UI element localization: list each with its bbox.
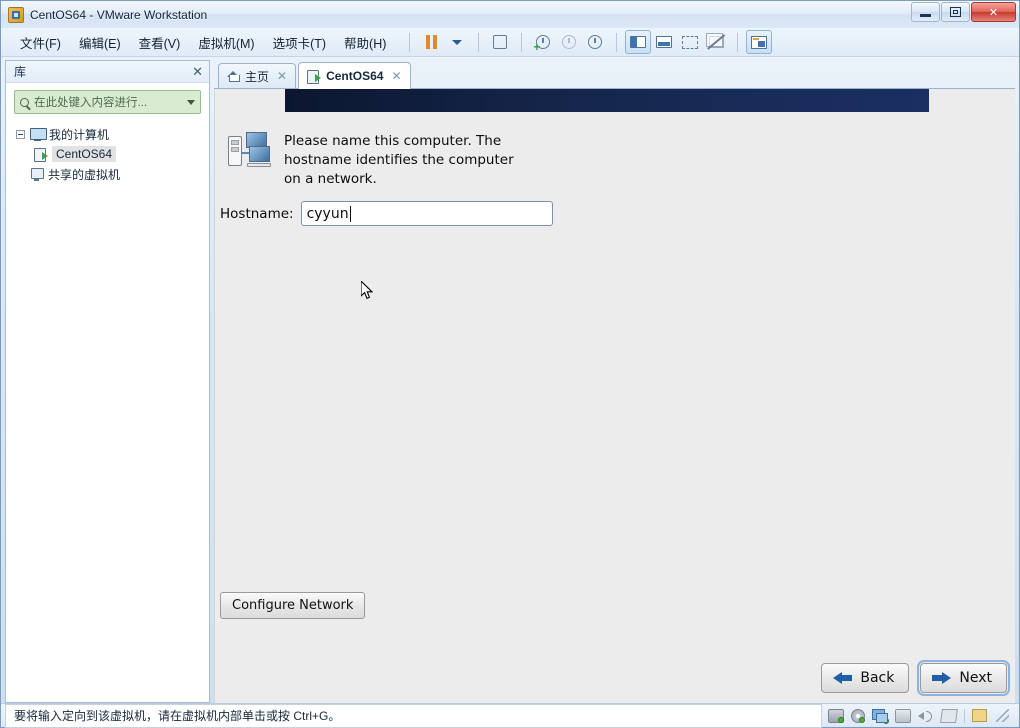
manage-snapshots-icon[interactable] (582, 30, 608, 54)
next-label: Next (959, 670, 992, 686)
resize-grip[interactable] (996, 709, 1009, 722)
tab-strip: 主页 ✕ CentOS64 ✕ (214, 60, 1015, 89)
show-library-icon[interactable] (625, 30, 652, 54)
console-view-icon[interactable] (746, 30, 773, 54)
revert-snapshot-icon (556, 30, 582, 54)
toolbar-separator (521, 32, 523, 52)
virtual-machine-icon (34, 147, 48, 162)
enter-fullscreen-icon[interactable] (677, 30, 703, 54)
text-caret (349, 205, 351, 222)
tree-item-shared-vms[interactable]: 共享的虚拟机 (12, 164, 209, 184)
menu-vm[interactable]: 虚拟机(M) (189, 29, 263, 56)
library-panel: 库 ✕ 在此处键入内容进行... 我的计算机 CentOS64 共享的虚拟机 (5, 60, 210, 703)
hostname-row: Hostname: cyyun (220, 201, 553, 226)
printer-icon[interactable] (895, 708, 911, 723)
library-tree: 我的计算机 CentOS64 共享的虚拟机 (6, 120, 209, 702)
vmware-icon (8, 6, 24, 23)
title-bar: CentOS64 - VMware Workstation ✕ (1, 1, 1019, 28)
vm-console[interactable]: Please name this computer. The hostname … (214, 89, 1015, 703)
main-area: 库 ✕ 在此处键入内容进行... 我的计算机 CentOS64 共享的虚拟机 主… (1, 57, 1019, 703)
search-input[interactable]: 在此处键入内容进行... (14, 90, 201, 114)
hostname-input[interactable]: cyyun (300, 201, 553, 226)
library-header: 库 ✕ (6, 61, 209, 83)
snapshot-manager-icon[interactable] (487, 30, 513, 54)
tree-item-label: 我的计算机 (49, 127, 110, 142)
menu-edit[interactable]: 编辑(E) (70, 29, 130, 56)
status-separator (964, 708, 965, 723)
status-message: 要将输入定向到该虚拟机，请在虚拟机内部单击或按 Ctrl+G。 (5, 703, 822, 728)
close-icon[interactable]: ✕ (391, 69, 401, 83)
hostname-value: cyyun (306, 205, 349, 222)
status-bar: 要将输入定向到该虚拟机，请在虚拟机内部单击或按 Ctrl+G。 (1, 703, 1019, 728)
maximize-restore-button[interactable] (941, 2, 970, 22)
hostname-label: Hostname: (220, 205, 294, 222)
unity-mode-icon (703, 30, 729, 54)
installer-banner (285, 89, 929, 112)
vmware-workstation-window: CentOS64 - VMware Workstation ✕ 文件(F) 编辑… (0, 0, 1020, 728)
menu-file[interactable]: 文件(F) (11, 29, 70, 56)
window-title: CentOS64 - VMware Workstation (30, 7, 208, 22)
note-icon[interactable] (972, 709, 987, 722)
menu-help[interactable]: 帮助(H) (335, 29, 395, 56)
window-controls: ✕ (911, 2, 1016, 22)
back-label: Back (860, 670, 895, 686)
shared-vms-icon (30, 167, 44, 181)
close-icon[interactable]: ✕ (277, 69, 287, 83)
close-button[interactable]: ✕ (971, 2, 1016, 22)
restore-icon (950, 7, 961, 17)
configure-network-button[interactable]: Configure Network (220, 592, 366, 619)
back-button[interactable]: Back (821, 663, 910, 693)
toolbar-separator (737, 32, 739, 52)
tree-item-centos64[interactable]: CentOS64 (12, 144, 209, 164)
show-thumbnail-bar-icon[interactable] (651, 30, 677, 54)
toolbar-separator (409, 32, 411, 52)
home-icon (227, 70, 240, 82)
installer-nav-buttons: Back Next (821, 660, 1010, 696)
take-snapshot-icon[interactable]: + (530, 30, 556, 54)
tab-home[interactable]: 主页 ✕ (218, 63, 297, 88)
tab-label: CentOS64 (326, 69, 384, 83)
minimize-icon (920, 13, 931, 17)
minimize-button[interactable] (911, 2, 940, 22)
network-adapter-icon[interactable] (872, 708, 889, 724)
arrow-right-icon (932, 671, 952, 685)
tab-label: 主页 (245, 69, 270, 84)
toolbar: + (401, 30, 773, 54)
library-title: 库 (14, 65, 27, 79)
search-icon (20, 97, 29, 107)
expander-icon[interactable] (16, 129, 25, 139)
pause-icon[interactable] (418, 30, 444, 54)
toolbar-separator (616, 32, 618, 52)
status-device-icons (822, 708, 1015, 724)
hard-disk-icon[interactable] (828, 708, 844, 723)
installer-prompt-block: Please name this computer. The hostname … (228, 132, 532, 189)
tab-centos64[interactable]: CentOS64 ✕ (298, 62, 411, 89)
installer-prompt-text: Please name this computer. The hostname … (284, 133, 514, 187)
chevron-down-icon[interactable] (187, 99, 195, 105)
library-search-wrap: 在此处键入内容进行... (6, 83, 209, 120)
search-placeholder: 在此处键入内容进行... (34, 97, 148, 109)
menu-bar: 文件(F) 编辑(E) 查看(V) 虚拟机(M) 选项卡(T) 帮助(H) + (1, 28, 1019, 57)
tree-item-label: CentOS64 (52, 146, 117, 162)
next-button[interactable]: Next (917, 660, 1010, 696)
close-icon[interactable]: ✕ (192, 65, 203, 78)
right-pane: 主页 ✕ CentOS64 ✕ Please name this compute… (214, 60, 1015, 703)
usb-device-icon[interactable] (940, 708, 958, 723)
tree-item-my-computer[interactable]: 我的计算机 (12, 124, 209, 144)
network-computers-icon (228, 132, 271, 168)
toolbar-separator (478, 32, 480, 52)
computer-icon (30, 127, 47, 141)
tree-item-label: 共享的虚拟机 (48, 167, 121, 182)
menu-tabs[interactable]: 选项卡(T) (264, 29, 335, 56)
arrow-left-icon (833, 671, 853, 685)
arrow-cursor (361, 281, 373, 300)
dropdown-caret-icon[interactable] (444, 30, 470, 54)
menu-view[interactable]: 查看(V) (130, 29, 190, 56)
cd-dvd-icon[interactable] (851, 708, 865, 723)
sound-card-icon[interactable] (918, 709, 934, 723)
virtual-machine-icon (307, 69, 322, 84)
